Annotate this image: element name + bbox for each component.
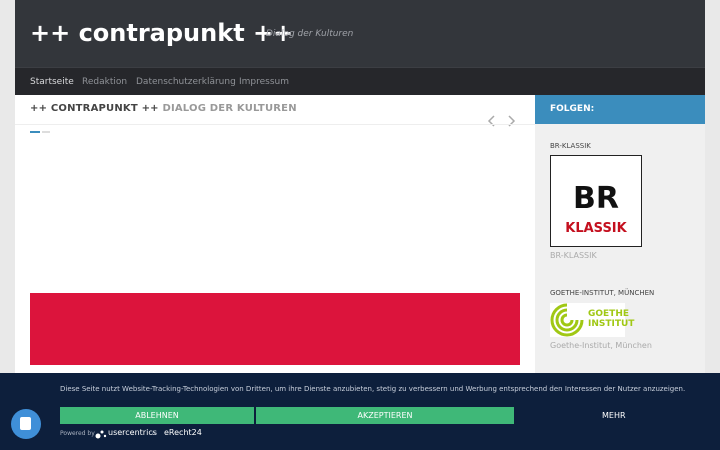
page-heading-subtitle: DIALOG DER KULTUREN bbox=[162, 103, 297, 114]
site-header: ++ contrapunkt ++ Dialog der Kulturen bbox=[15, 0, 705, 67]
powered-by-label: Powered by bbox=[60, 430, 95, 437]
widget-title-br-klassik: BR-KLASSIK bbox=[550, 142, 591, 150]
page-heading: ++ CONTRAPUNKT ++ DIALOG DER KULTUREN bbox=[30, 103, 297, 114]
divider bbox=[15, 124, 535, 125]
more-button[interactable]: MEHR bbox=[602, 411, 626, 420]
slider-dot[interactable] bbox=[42, 131, 50, 133]
site-title[interactable]: ++ contrapunkt ++ bbox=[30, 19, 293, 47]
main-nav: Startseite Redaktion Datenschutzerklärun… bbox=[15, 67, 705, 95]
brand-ampersand: & bbox=[152, 430, 157, 437]
site-description: Dialog der Kulturen bbox=[266, 29, 354, 39]
nav-item-redaktion[interactable]: Redaktion bbox=[82, 77, 127, 87]
slider-dot-active[interactable] bbox=[30, 131, 40, 133]
privacy-settings-button[interactable] bbox=[11, 409, 41, 439]
br-logo-text: BR bbox=[573, 181, 619, 216]
fingerprint-icon bbox=[20, 417, 31, 430]
cookie-banner: Diese Seite nutzt Website-Tracking-Techn… bbox=[0, 373, 720, 450]
follow-bar: FOLGEN: bbox=[535, 95, 705, 124]
chevron-right-icon[interactable] bbox=[506, 114, 516, 130]
goethe-logo-line1: GOETHE bbox=[588, 309, 630, 319]
widget-caption-br-klassik: BR-KLASSIK bbox=[550, 251, 597, 260]
nav-item-impressum[interactable]: Impressum bbox=[239, 77, 289, 87]
widget-title-goethe: GOETHE-INSTITUT, MÜNCHEN bbox=[550, 289, 655, 297]
br-klassik-logo[interactable]: BR KLASSIK bbox=[550, 155, 642, 247]
chevron-left-icon[interactable] bbox=[487, 114, 497, 130]
goethe-logo-line2: INSTITUT bbox=[588, 319, 635, 329]
slider-indicators bbox=[30, 131, 52, 150]
follow-label: FOLGEN: bbox=[550, 104, 595, 114]
cookie-text: Diese Seite nutzt Website-Tracking-Techn… bbox=[60, 385, 686, 393]
usercentrics-brand[interactable]: usercentrics bbox=[108, 428, 157, 437]
klassik-logo-text: KLASSIK bbox=[565, 221, 627, 236]
widget-caption-goethe: Goethe-Institut, München bbox=[550, 341, 652, 350]
goethe-emblem-icon bbox=[550, 303, 586, 337]
nav-item-datenschutz[interactable]: Datenschutzerklärung bbox=[136, 77, 236, 87]
page-heading-title: ++ CONTRAPUNKT ++ bbox=[30, 103, 159, 114]
goethe-institut-logo[interactable]: GOETHE INSTITUT bbox=[550, 303, 634, 337]
accept-button[interactable]: AKZEPTIEREN bbox=[256, 407, 514, 424]
reject-button[interactable]: ABLEHNEN bbox=[60, 407, 254, 424]
featured-image[interactable] bbox=[30, 293, 520, 365]
usercentrics-icon bbox=[95, 430, 107, 439]
erecht24-brand[interactable]: eRecht24 bbox=[164, 428, 202, 437]
nav-item-startseite[interactable]: Startseite bbox=[30, 77, 74, 87]
